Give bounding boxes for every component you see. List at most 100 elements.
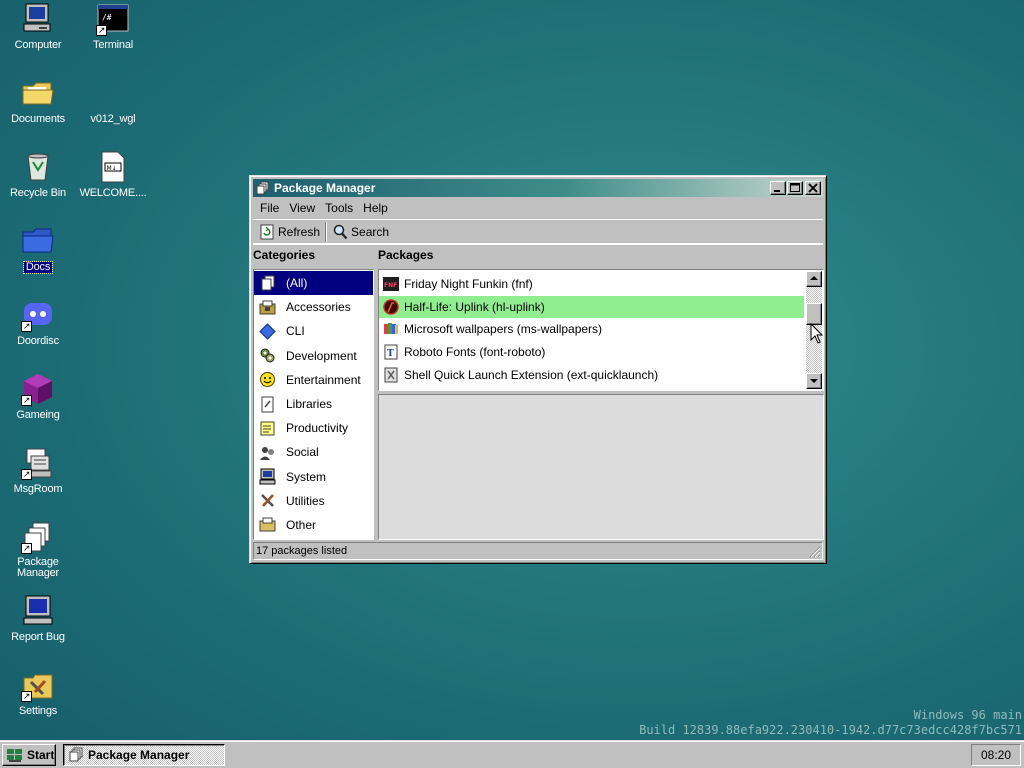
- package-item-ms-wallpapers[interactable]: Microsoft wallpapers (ms-wallpapers): [379, 318, 804, 341]
- extension-icon: [383, 367, 399, 383]
- category-system[interactable]: System: [254, 465, 373, 489]
- arrow-down-icon: [810, 379, 818, 383]
- fnf-icon: FNF: [383, 276, 399, 292]
- package-manager-window[interactable]: Package Manager File View Tools Help Ref…: [249, 175, 827, 564]
- svg-text:T: T: [387, 349, 394, 359]
- search-label: Search: [351, 225, 390, 239]
- toolbar: Refresh Search: [253, 219, 823, 245]
- refresh-icon: [259, 224, 275, 240]
- productivity-icon: [259, 420, 276, 437]
- refresh-label: Refresh: [278, 225, 321, 239]
- category-social[interactable]: Social: [254, 440, 373, 464]
- window-title: Package Manager: [274, 181, 376, 195]
- packages-list[interactable]: FNF Friday Night Funkin (fnf) Half-Life:…: [378, 269, 824, 391]
- package-manager-icon: ↗: [21, 520, 55, 554]
- social-icon: [259, 444, 276, 461]
- development-icon: [259, 347, 276, 364]
- category-development[interactable]: Development: [254, 344, 373, 368]
- menu-help[interactable]: Help: [358, 201, 393, 215]
- category-other[interactable]: Other: [254, 513, 373, 537]
- minimize-button[interactable]: [770, 181, 786, 195]
- menu-view[interactable]: View: [284, 201, 320, 215]
- terminal-icon: /# ↗: [96, 2, 130, 36]
- refresh-button[interactable]: Refresh: [255, 221, 324, 243]
- category-entertainment[interactable]: Entertainment: [254, 368, 373, 392]
- category-accessories[interactable]: Accessories: [254, 295, 373, 319]
- build-watermark: Windows 96 main Build 12839.88efa922.230…: [639, 708, 1022, 737]
- resize-grip-icon[interactable]: [809, 546, 821, 558]
- markdown-file-icon: M↓: [96, 150, 130, 184]
- desktop-icon-package-manager[interactable]: ↗ Package Manager: [1, 520, 75, 579]
- taskbar-item-package-manager[interactable]: Package Manager: [63, 744, 225, 766]
- desktop-icon-terminal[interactable]: /# ↗ Terminal: [76, 2, 150, 51]
- window-titlebar[interactable]: Package Manager: [253, 179, 823, 197]
- close-button[interactable]: [805, 181, 821, 195]
- font-icon: T: [383, 344, 399, 360]
- package-item-ext-quicklaunch[interactable]: Shell Quick Launch Extension (ext-quickl…: [379, 363, 804, 386]
- close-icon: [808, 183, 818, 193]
- other-icon: [259, 516, 276, 533]
- package-item-font-roboto[interactable]: T Roboto Fonts (font-roboto): [379, 341, 804, 364]
- start-button[interactable]: Start: [2, 744, 56, 766]
- cli-diamond-icon: [259, 323, 276, 340]
- desktop-icon-recycle-bin[interactable]: Recycle Bin: [1, 150, 75, 199]
- package-details-pane: [378, 394, 824, 540]
- utilities-icon: [259, 492, 276, 509]
- status-text: 17 packages listed: [256, 545, 348, 557]
- search-button[interactable]: Search: [328, 221, 393, 243]
- shortcut-arrow-icon: ↗: [21, 543, 32, 554]
- desktop-icon-welcome[interactable]: M↓ WELCOME....: [76, 150, 150, 199]
- blue-folder-icon: [21, 224, 55, 258]
- desktop-icon-docs[interactable]: Docs: [1, 224, 75, 274]
- desktop-icon-computer[interactable]: Computer: [1, 2, 75, 51]
- desktop-icon-doordisc[interactable]: ↗ Doordisc: [1, 298, 75, 347]
- smiley-icon: [259, 371, 276, 388]
- accessories-icon: [259, 299, 276, 316]
- shortcut-arrow-icon: ↗: [21, 469, 32, 480]
- half-life-icon: [383, 299, 399, 315]
- pane-labels: Categories Packages: [253, 245, 823, 265]
- system-icon: [259, 468, 276, 485]
- desktop-icon-msgroom[interactable]: ↗ MsgRoom: [1, 446, 75, 495]
- category-productivity[interactable]: Productivity: [254, 416, 373, 440]
- categories-list[interactable]: (All) Accessories CLI Development Entert…: [253, 269, 374, 540]
- package-item-fnf[interactable]: FNF Friday Night Funkin (fnf): [379, 273, 804, 296]
- desktop-icon-report-bug[interactable]: Report Bug: [1, 594, 75, 643]
- settings-icon: ↗: [21, 668, 55, 702]
- desktop-icon-v012-wgl[interactable]: v012_wgl: [76, 76, 150, 125]
- maximize-button[interactable]: [787, 181, 803, 195]
- shortcut-arrow-icon: ↗: [96, 25, 107, 36]
- shortcut-arrow-icon: ↗: [21, 321, 32, 332]
- computer-icon: [21, 2, 55, 36]
- shortcut-arrow-icon: ↗: [21, 395, 32, 406]
- category-cli[interactable]: CLI: [254, 319, 373, 343]
- toolbar-separator: [325, 222, 328, 242]
- minimize-icon: [774, 190, 780, 192]
- desktop-icon-gameing[interactable]: ↗ Gameing: [1, 372, 75, 421]
- category-all[interactable]: (All): [254, 271, 373, 296]
- scroll-down-button[interactable]: [806, 373, 822, 389]
- all-icon: [259, 275, 276, 292]
- package-item-hl-uplink[interactable]: Half-Life: Uplink (hl-uplink): [379, 295, 804, 319]
- desktop-icon-documents[interactable]: Documents: [1, 76, 75, 125]
- system-tray-clock[interactable]: 08:20: [971, 744, 1021, 766]
- taskbar: Start Package Manager 08:20: [0, 740, 1024, 768]
- blank-file-icon: [96, 76, 130, 110]
- package-manager-icon: [256, 181, 270, 195]
- svg-text:M↓: M↓: [107, 165, 117, 172]
- folder-icon: [21, 76, 55, 110]
- libraries-icon: [259, 396, 276, 413]
- search-icon: [332, 224, 348, 240]
- recycle-bin-icon: [21, 150, 55, 184]
- category-libraries[interactable]: Libraries: [254, 392, 373, 416]
- scroll-thumb[interactable]: [806, 303, 822, 325]
- mouse-cursor-icon: [810, 323, 824, 344]
- menu-tools[interactable]: Tools: [320, 201, 358, 215]
- scroll-up-button[interactable]: [806, 271, 822, 287]
- category-utilities[interactable]: Utilities: [254, 489, 373, 513]
- menu-file[interactable]: File: [255, 201, 284, 215]
- desktop-icon-settings[interactable]: ↗ Settings: [1, 668, 75, 717]
- arrow-up-icon: [810, 276, 818, 280]
- shortcut-arrow-icon: ↗: [21, 691, 32, 702]
- report-bug-icon: [21, 594, 55, 628]
